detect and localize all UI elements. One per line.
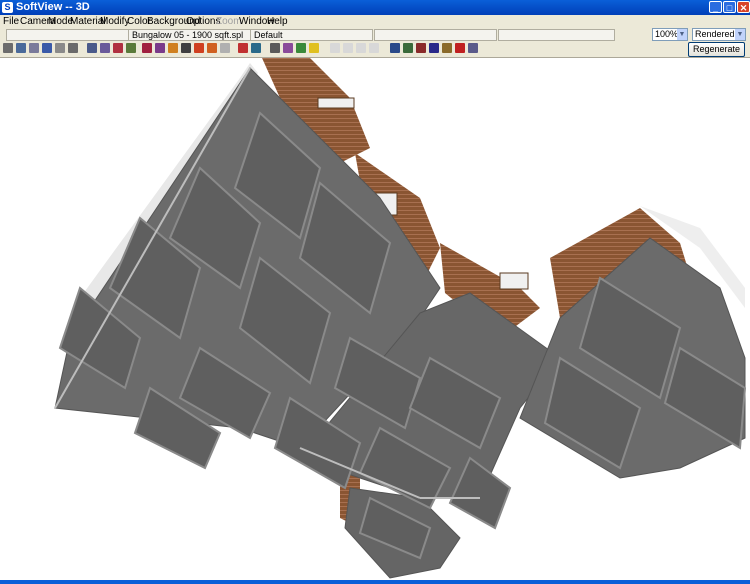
regenerate-button[interactable]: Regenerate <box>688 42 745 57</box>
camera-icon[interactable] <box>270 43 280 53</box>
pencil-red-icon[interactable] <box>416 43 426 53</box>
print-icon[interactable] <box>16 43 26 53</box>
refresh-icon[interactable] <box>455 43 465 53</box>
zoom-value: 100% <box>655 29 679 39</box>
menu-help[interactable]: Help <box>267 16 288 27</box>
open-icon[interactable] <box>42 43 52 53</box>
menu-bar: File Camera Mode Material Modify Color B… <box>0 15 750 27</box>
fit-view-icon[interactable] <box>296 43 306 53</box>
style-field: Default <box>250 29 373 41</box>
close-button[interactable]: ✕ <box>737 1 750 13</box>
info-bar: Bungalow 05 - 1900 sqft.spl Default 100%… <box>0 27 750 41</box>
bottom-edge <box>0 580 750 584</box>
material-icon[interactable] <box>238 43 248 53</box>
chevron-down-icon: ▼ <box>735 29 745 40</box>
info-field-empty-2 <box>374 29 497 41</box>
zoom-out-icon[interactable] <box>100 43 110 53</box>
zoom-in-icon[interactable] <box>87 43 97 53</box>
zoom-icon[interactable] <box>468 43 478 53</box>
info-field-empty-3 <box>498 29 615 41</box>
grid-icon[interactable] <box>68 43 78 53</box>
brush-icon[interactable] <box>442 43 452 53</box>
view-side-icon[interactable] <box>356 43 366 53</box>
fit-icon[interactable] <box>168 43 178 53</box>
file-name-field: Bungalow 05 - 1900 sqft.spl <box>128 29 251 41</box>
pencil-icon[interactable] <box>390 43 400 53</box>
save-icon[interactable] <box>29 43 39 53</box>
chevron-down-icon: ▼ <box>677 29 687 40</box>
walk-icon[interactable] <box>283 43 293 53</box>
rendered-roof-model <box>54 58 747 579</box>
zoom-extents-icon[interactable] <box>126 43 136 53</box>
maximize-button[interactable]: □ <box>723 1 736 13</box>
minimize-button[interactable]: _ <box>709 1 722 13</box>
zoom-window-icon[interactable] <box>113 43 123 53</box>
menu-modify[interactable]: Modify <box>100 16 129 27</box>
title-bar: S SoftView -- 3D _ □ ✕ <box>0 0 750 15</box>
menu-zoom: Zoom <box>216 16 242 27</box>
3d-viewport[interactable] <box>0 58 750 580</box>
view-top-icon[interactable] <box>369 43 379 53</box>
layer-icon[interactable] <box>55 43 65 53</box>
menu-file[interactable]: File <box>3 16 19 27</box>
orbit-icon[interactable] <box>155 43 165 53</box>
toolbar: Regenerate <box>0 41 750 58</box>
pencil-green-icon[interactable] <box>403 43 413 53</box>
view-back-icon[interactable] <box>343 43 353 53</box>
image-icon[interactable] <box>251 43 261 53</box>
window-title: SoftView -- 3D <box>16 1 90 13</box>
app-logo-icon: S <box>2 2 13 13</box>
view-front-icon[interactable] <box>330 43 340 53</box>
new-icon[interactable] <box>3 43 13 53</box>
move-icon[interactable] <box>181 43 191 53</box>
zoom-select[interactable]: 100% ▼ <box>652 28 688 41</box>
pan-icon[interactable] <box>142 43 152 53</box>
undo-icon[interactable] <box>194 43 204 53</box>
edit-icon[interactable] <box>220 43 230 53</box>
render-mode-value: Rendered <box>695 29 735 39</box>
pencil-blue-icon[interactable] <box>429 43 439 53</box>
redo-icon[interactable] <box>207 43 217 53</box>
info-field-empty <box>6 29 129 41</box>
render-mode-select[interactable]: Rendered ▼ <box>692 28 746 41</box>
sun-icon[interactable] <box>309 43 319 53</box>
